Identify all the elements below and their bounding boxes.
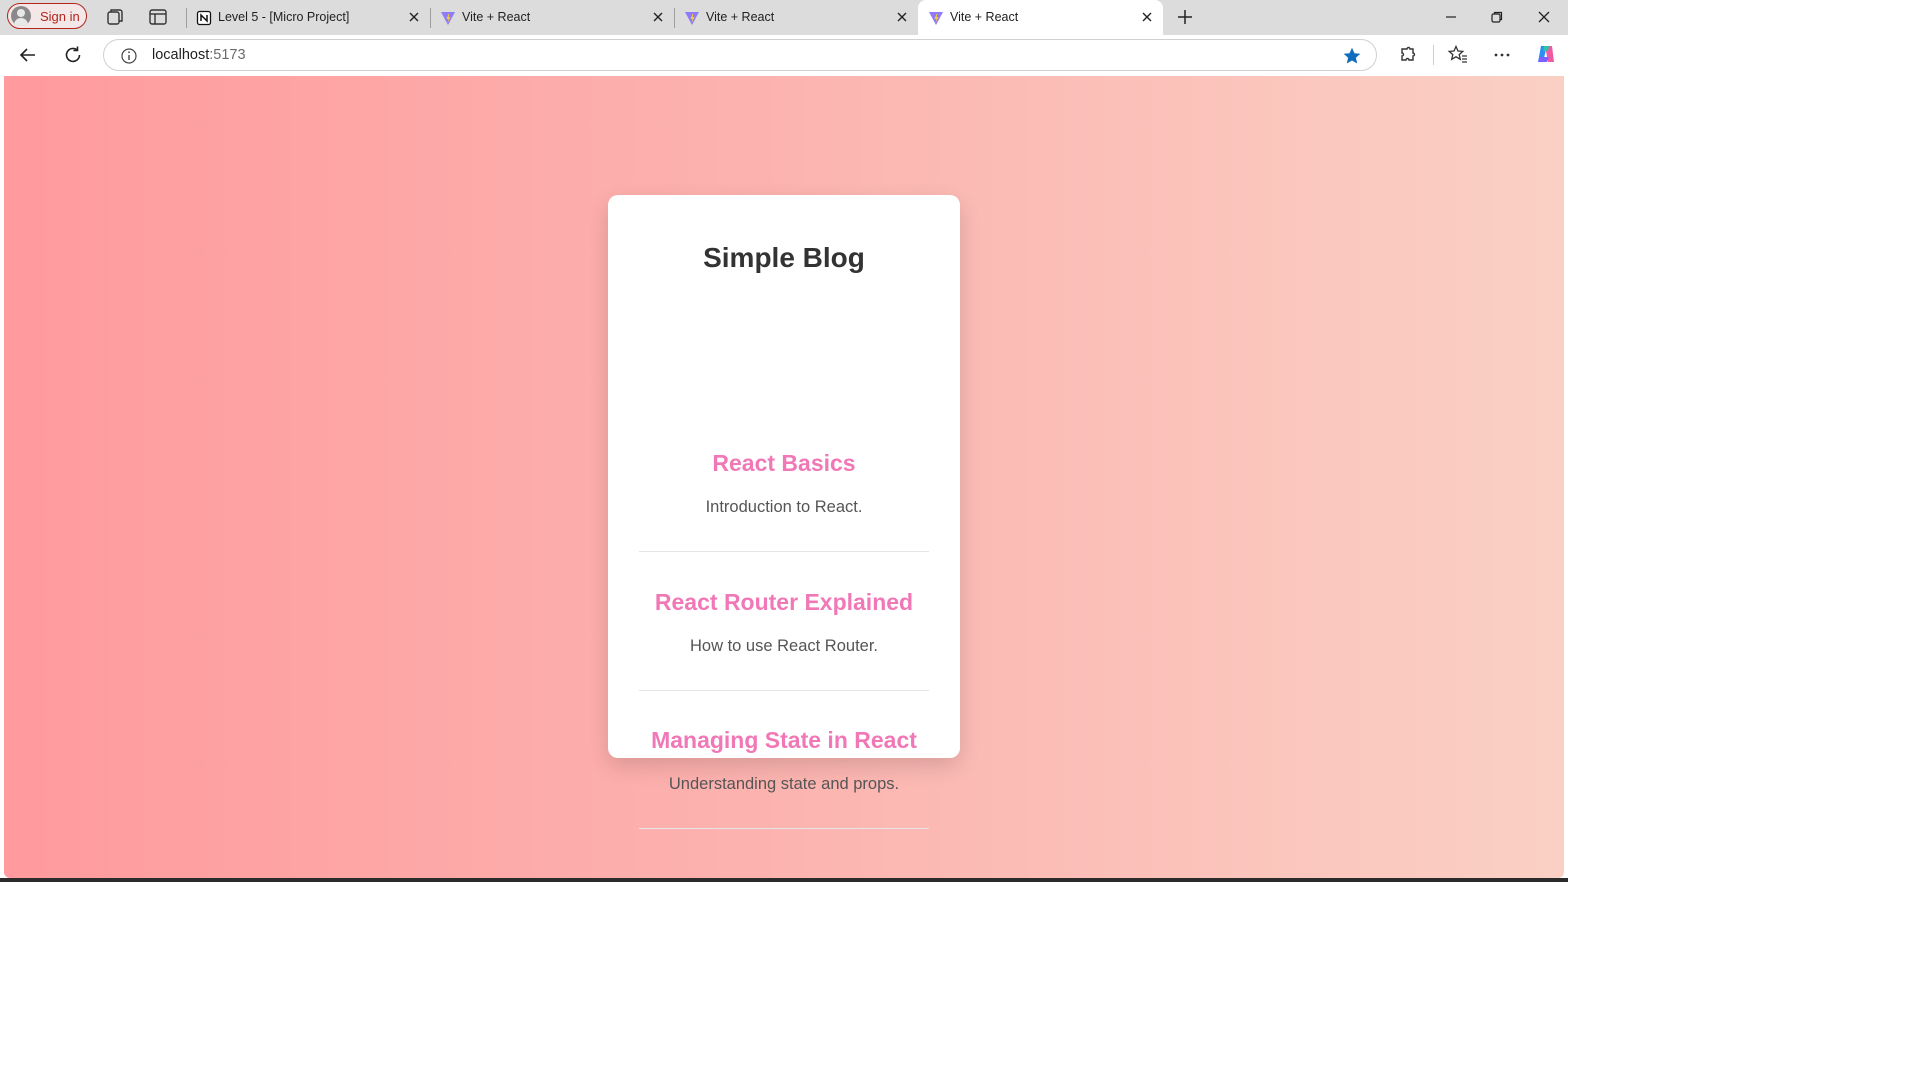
site-info-icon[interactable] [120, 47, 138, 65]
new-tab-icon[interactable] [1175, 7, 1195, 27]
tab-title: Level 5 - [Micro Project] [218, 10, 350, 24]
close-tab-icon[interactable] [894, 9, 910, 25]
post-divider [639, 828, 929, 829]
post-summary: Understanding state and props. [668, 775, 900, 793]
close-tab-icon[interactable] [650, 9, 666, 25]
extensions-icon[interactable] [1397, 44, 1419, 66]
tab-separator [186, 8, 187, 28]
vite-icon [929, 12, 943, 25]
tab-separator [674, 8, 675, 28]
tab-vite-react-1[interactable]: Vite + React [430, 0, 674, 35]
tab-separator [430, 8, 431, 28]
minimize-icon[interactable] [1442, 8, 1460, 26]
url-port: :5173 [209, 47, 246, 63]
tab-level-5[interactable]: Level 5 - [Micro Project] [186, 0, 430, 35]
post-divider [639, 551, 929, 552]
tab-vite-react-2[interactable]: Vite + React [674, 0, 918, 35]
tab-title: Vite + React [950, 10, 1019, 24]
vite-icon [441, 12, 455, 25]
workspaces-icon[interactable] [104, 6, 126, 28]
refresh-icon[interactable] [62, 44, 84, 66]
page-title: Simple Blog [703, 242, 865, 273]
url-host: localhost [152, 47, 210, 63]
post-title-link[interactable]: React Basics [639, 450, 929, 477]
page-viewport: Simple Blog React Basics Introduction to… [4, 76, 1564, 878]
blog-card: Simple Blog React Basics Introduction to… [608, 195, 960, 829]
vite-icon [685, 12, 699, 25]
post-divider [639, 690, 929, 691]
tab-actions-icon[interactable] [147, 6, 169, 28]
browser-toolbar: localhost:5173 [0, 35, 1568, 76]
favorites-icon[interactable] [1447, 44, 1469, 66]
post-summary: Introduction to React. [705, 498, 863, 516]
address-bar[interactable]: localhost:5173 [103, 39, 1377, 71]
sign-in-button[interactable]: Sign in [7, 3, 87, 29]
tab-title: Vite + React [706, 10, 775, 24]
favorite-star-icon[interactable] [1342, 46, 1362, 66]
tab-strip: Sign in Level 5 - [Micro Project] Vite +… [0, 0, 1568, 35]
toolbar-separator [1433, 45, 1434, 65]
url-text: localhost:5173 [152, 47, 246, 63]
close-tab-icon[interactable] [406, 9, 422, 25]
notion-icon [196, 10, 212, 26]
sign-in-label: Sign in [40, 8, 80, 24]
window-bottom-border [0, 878, 1568, 882]
tab-title: Vite + React [462, 10, 531, 24]
post-title-link[interactable]: React Router Explained [639, 589, 929, 616]
back-arrow-icon[interactable] [17, 44, 39, 66]
copilot-icon[interactable] [1535, 43, 1557, 65]
restore-icon[interactable] [1488, 8, 1506, 26]
post-title-link[interactable]: Managing State in React [639, 727, 929, 754]
tab-vite-react-active[interactable]: Vite + React [918, 0, 1163, 35]
close-window-icon[interactable] [1535, 8, 1553, 26]
more-options-icon[interactable] [1491, 44, 1513, 66]
close-tab-icon[interactable] [1139, 9, 1155, 25]
post-summary: How to use React Router. [689, 637, 878, 655]
profile-avatar-icon [11, 6, 31, 26]
